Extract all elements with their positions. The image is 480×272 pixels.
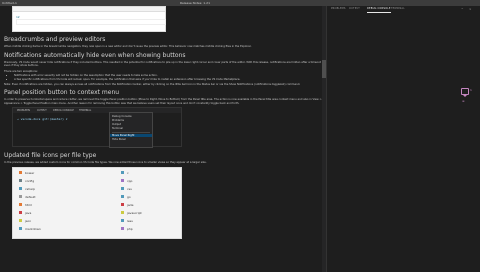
file-icon-item: markdown <box>19 227 41 231</box>
file-type-icon <box>121 171 124 175</box>
section-note: Note: Even if notifications are hidden, … <box>4 82 301 86</box>
file-type-icon <box>19 219 22 223</box>
file-type-icon <box>19 179 22 183</box>
file-type-icon <box>121 195 124 199</box>
maximize-panel-icon[interactable]: ^ <box>461 6 464 12</box>
panel-tab: OUTPUT <box>37 109 47 113</box>
section-body: In order to preserve horizontal space an… <box>4 98 322 105</box>
panel-scrollbar[interactable] <box>476 6 480 272</box>
close-panel-icon[interactable]: × <box>469 6 472 12</box>
file-icon-item: c <box>121 171 129 175</box>
file-type-icon <box>19 227 22 231</box>
line-number: 12 <box>16 15 20 19</box>
tab-problems[interactable]: PROBLEMS <box>331 6 346 12</box>
chat-count-badge: 1 <box>470 88 472 92</box>
file-type-icon <box>121 179 124 183</box>
code-sample-block: 12 <box>4 6 322 33</box>
release-notes-document: 12 Breadcrumbs and preview editors When … <box>4 6 322 241</box>
file-icon-item: config <box>19 179 34 183</box>
code-current-line <box>16 19 166 25</box>
section-heading: Notifications automatically hide even wh… <box>4 51 186 59</box>
panel-tabs: PROBLEMS OUTPUT DEBUG CONSOLE TERMINAL <box>13 108 181 114</box>
panel-tab: PROBLEMS <box>17 109 31 113</box>
terminal-prompt: → vscode-docs git:(master) ✗ <box>17 117 68 122</box>
section-heading: Breadcrumbs and preview editors <box>4 36 106 43</box>
tab-output[interactable]: OUTPUT <box>349 6 360 12</box>
file-type-icon <box>121 203 124 207</box>
file-icon-item: csharp <box>19 187 35 191</box>
file-icon-item: java <box>19 211 31 215</box>
menu-item: Debug Console <box>112 115 132 119</box>
section-subtext: There are two exceptions: <box>4 69 38 73</box>
file-type-icon <box>121 219 124 223</box>
file-type-icon <box>121 227 124 231</box>
file-icon-item: jade <box>121 203 133 207</box>
panel-tab-bar: PROBLEMS OUTPUT DEBUG CONSOLE TERMINAL ^… <box>327 6 480 13</box>
code-sample: 12 <box>12 6 166 32</box>
file-icons-screenshot: bower config csharp default html java js… <box>12 166 182 239</box>
file-icon-item: go <box>121 195 131 199</box>
release-notes-editor[interactable]: 12 Breadcrumbs and preview editors When … <box>0 6 326 272</box>
file-icon-item: bower <box>19 171 34 175</box>
menu-item: Hide Panel <box>112 138 126 142</box>
panel-tab: TERMINAL <box>79 109 92 113</box>
section-body: In the previous release, we added custom… <box>4 161 207 165</box>
context-menu: Debug Console Problems Output Terminal M… <box>109 112 153 149</box>
exceptions-list: Notifications with error severity will n… <box>14 74 322 81</box>
file-type-icon <box>121 187 124 191</box>
menu-item-highlighted: Move Panel Right <box>110 134 152 138</box>
file-type-icon <box>121 211 124 215</box>
file-type-icon <box>19 171 22 175</box>
section-body: When middle clicking items in the breadc… <box>4 45 252 48</box>
file-icon-item: html <box>19 203 32 207</box>
file-type-icon <box>19 195 22 199</box>
menu-item: Output <box>112 123 122 127</box>
comment-icon[interactable]: ≡ <box>462 99 465 103</box>
section-heading: Panel position button to context menu <box>4 89 120 97</box>
file-type-icon <box>19 203 22 207</box>
file-icon-item: css <box>121 187 132 191</box>
panel-screenshot: PROBLEMS OUTPUT DEBUG CONSOLE TERMINAL →… <box>12 107 182 149</box>
menu-item: Problems <box>112 119 124 123</box>
file-icon-item: php <box>121 227 133 231</box>
panel: PROBLEMS OUTPUT DEBUG CONSOLE TERMINAL ^… <box>326 6 480 272</box>
file-icon-item: json <box>19 219 31 223</box>
section-heading: Updated file icons per file type <box>4 152 97 160</box>
file-type-icon <box>19 187 22 191</box>
panel-screenshot-block: PROBLEMS OUTPUT DEBUG CONSOLE TERMINAL →… <box>4 107 322 149</box>
file-type-icon <box>19 211 22 215</box>
code-sample-toolbar <box>13 7 165 12</box>
panel-tab: DEBUG CONSOLE <box>53 109 74 113</box>
file-icon-item: less <box>121 219 133 223</box>
tab-terminal[interactable]: TERMINAL <box>391 6 405 12</box>
chat-icon[interactable] <box>461 88 469 97</box>
tab-debug-console[interactable]: DEBUG CONSOLE <box>367 6 391 13</box>
file-icon-item: javascript <box>121 211 142 215</box>
list-item: A few specific notifications from VS Cod… <box>14 78 322 82</box>
file-icon-item: default <box>19 195 36 199</box>
file-icons-block: bower config csharp default html java js… <box>4 166 322 241</box>
menu-item: Terminal <box>112 127 123 131</box>
section-body: Previously, VS Code would never hide not… <box>4 60 321 68</box>
file-icon-item: cpp <box>121 179 132 183</box>
